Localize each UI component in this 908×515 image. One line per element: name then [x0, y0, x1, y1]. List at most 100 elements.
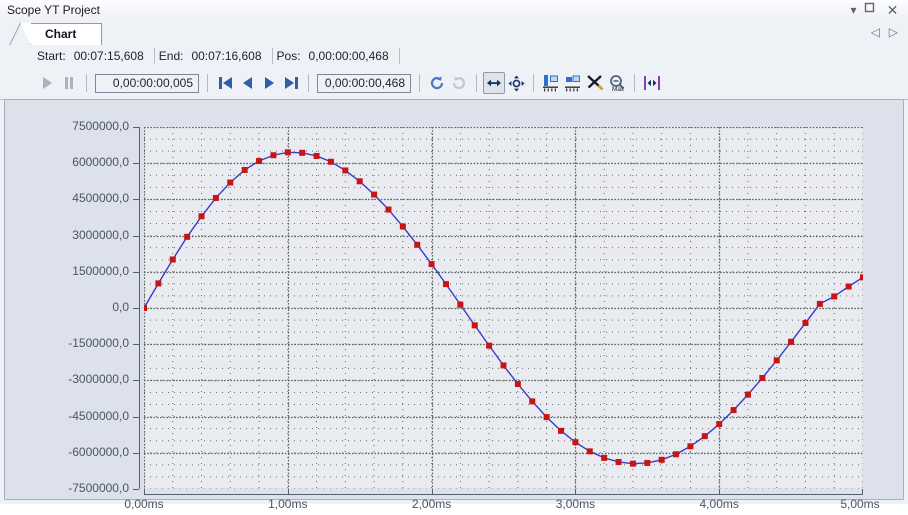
y-axis-tick: [133, 489, 139, 490]
fit-width-icon: [644, 76, 660, 90]
info-end-label: End:: [158, 49, 184, 63]
toolbar-separator: [207, 74, 208, 92]
cross-out-icon: [587, 75, 604, 91]
info-pos: Pos: 0,00:00:00,468: [273, 48, 400, 64]
reload-button[interactable]: [448, 72, 470, 94]
y-axis-label: -6000000,0: [68, 444, 129, 459]
y-axis-label: 4500000,0: [72, 191, 129, 206]
window-close-icon[interactable]: ✕: [884, 2, 901, 18]
scale-right-axis-button[interactable]: [562, 72, 584, 94]
y-axis-label-box: -3000000,0: [5, 372, 129, 386]
application-window: Scope YT Project ▾ ✕ Chart ◁ ▷ Start: 00…: [0, 0, 908, 511]
tab-nav-prev-icon[interactable]: ◁: [871, 25, 880, 39]
pause-button[interactable]: [58, 72, 80, 94]
pan-tool-button[interactable]: [505, 72, 527, 94]
x-axis-label: 0,00ms: [124, 497, 164, 511]
y-axis-label-box: 7500000,0: [5, 119, 129, 133]
y-axis-label: -3000000,0: [68, 372, 129, 387]
position-field[interactable]: 0,00:00:00,468: [317, 73, 411, 93]
y-axis-tick: [133, 380, 139, 381]
y-axis-label: 7500000,0: [72, 119, 129, 133]
skip-to-end-button[interactable]: [280, 72, 302, 94]
window-dropdown-icon[interactable]: ▾: [845, 2, 862, 18]
move-cross-icon: [508, 75, 524, 91]
y-axis-tick: [133, 308, 139, 309]
refresh-icon: [430, 76, 444, 90]
y-axis-label: -1500000,0: [68, 336, 129, 351]
y-axis-tick: [133, 344, 139, 345]
zoom-out-max-icon: Max: [610, 75, 625, 92]
toolbar-separator: [86, 74, 87, 92]
data-series: [144, 149, 863, 467]
svg-text:Max: Max: [612, 86, 625, 92]
step-forward-button[interactable]: [258, 72, 280, 94]
y-axis-line: [139, 127, 140, 489]
step-back-icon: [242, 77, 252, 89]
play-button[interactable]: [36, 72, 58, 94]
step-back-button[interactable]: [236, 72, 258, 94]
pause-icon: [65, 77, 73, 89]
info-start-value: 00:07:15,608: [73, 49, 144, 63]
y-axis-label: 0,0: [112, 300, 129, 314]
scale-left-axis-button[interactable]: [540, 72, 562, 94]
tab-chart[interactable]: Chart: [20, 23, 102, 45]
tab-nav-next-icon[interactable]: ▷: [889, 25, 898, 39]
interval-field[interactable]: 0,00:00:00,005: [95, 73, 199, 93]
info-bar: Start: 00:07:15,608 End: 00:07:16,608 Po…: [0, 45, 908, 67]
y-axis-label-box: -7500000,0: [5, 481, 129, 495]
toolbar-separator: [308, 74, 309, 92]
refresh-button[interactable]: [426, 72, 448, 94]
play-icon: [42, 77, 52, 89]
y-axis-label-box: 6000000,0: [5, 155, 129, 169]
x-axis-label: 1,00ms: [268, 497, 308, 511]
zoom-horizontal-toggle[interactable]: [483, 72, 505, 94]
y-axis-tick: [133, 236, 139, 237]
zoom-out-max-button[interactable]: Max: [606, 72, 628, 94]
x-axis-tick: [288, 489, 289, 495]
axis-scale-left-icon: [543, 75, 558, 92]
chart-area[interactable]: 7500000,0 6000000,0 4500000,0 3000000,0 1500…: [4, 99, 904, 511]
skip-to-start-icon: [218, 77, 232, 89]
toolbar-separator: [533, 74, 534, 92]
axis-scale-right-icon: [565, 75, 580, 92]
y-axis-label-box: -6000000,0: [5, 445, 129, 459]
y-axis-label: 3000000,0: [72, 227, 129, 242]
y-axis-label: -4500000,0: [68, 408, 129, 423]
maximize-icon: [864, 2, 875, 13]
tab-strip: Chart ◁ ▷: [0, 21, 908, 46]
y-axis-label: 6000000,0: [72, 155, 129, 170]
position-value: 0,00:00:00,468: [324, 76, 405, 90]
toolbar-separator: [634, 74, 635, 92]
y-axis-label-box: 1500000,0: [5, 264, 129, 278]
y-axis-label-box: 4500000,0: [5, 191, 129, 205]
y-axis-label-box: 3000000,0: [5, 228, 129, 242]
y-axis-label: 1500000,0: [72, 263, 129, 278]
step-forward-icon: [264, 77, 274, 89]
info-start-label: Start:: [37, 49, 66, 63]
y-axis-tick: [133, 163, 139, 164]
y-axis-tick: [133, 199, 139, 200]
toolbar-separator: [419, 74, 420, 92]
y-axis-label-box: -1500000,0: [5, 336, 129, 350]
x-axis-tick: [862, 489, 863, 495]
y-axis-label-box: -4500000,0: [5, 409, 129, 423]
x-axis-tick: [575, 489, 576, 495]
x-axis-tick: [432, 489, 433, 495]
info-end-value: 00:07:16,608: [191, 49, 262, 63]
window-maximize-icon[interactable]: [864, 2, 881, 18]
clear-markers-button[interactable]: [584, 72, 606, 94]
x-axis-label: 2,00ms: [411, 497, 452, 511]
y-axis-label: -7500000,0: [68, 481, 129, 495]
skip-to-start-button[interactable]: [214, 72, 236, 94]
fit-to-window-button[interactable]: [641, 72, 663, 94]
arrows-horizontal-icon: [487, 79, 501, 87]
title-bar: Scope YT Project ▾ ✕: [0, 0, 908, 22]
x-axis-label: 4,00ms: [699, 497, 739, 511]
x-axis-label: 3,00ms: [555, 497, 596, 511]
reload-icon: [452, 76, 466, 90]
tab-chart-label: Chart: [45, 27, 77, 41]
interval-value: 0,00:00:00,005: [112, 76, 193, 90]
y-axis-label-box: 0,0: [5, 300, 129, 314]
x-axis-tick: [144, 489, 145, 495]
info-end: End: 00:07:16,608: [155, 48, 273, 64]
